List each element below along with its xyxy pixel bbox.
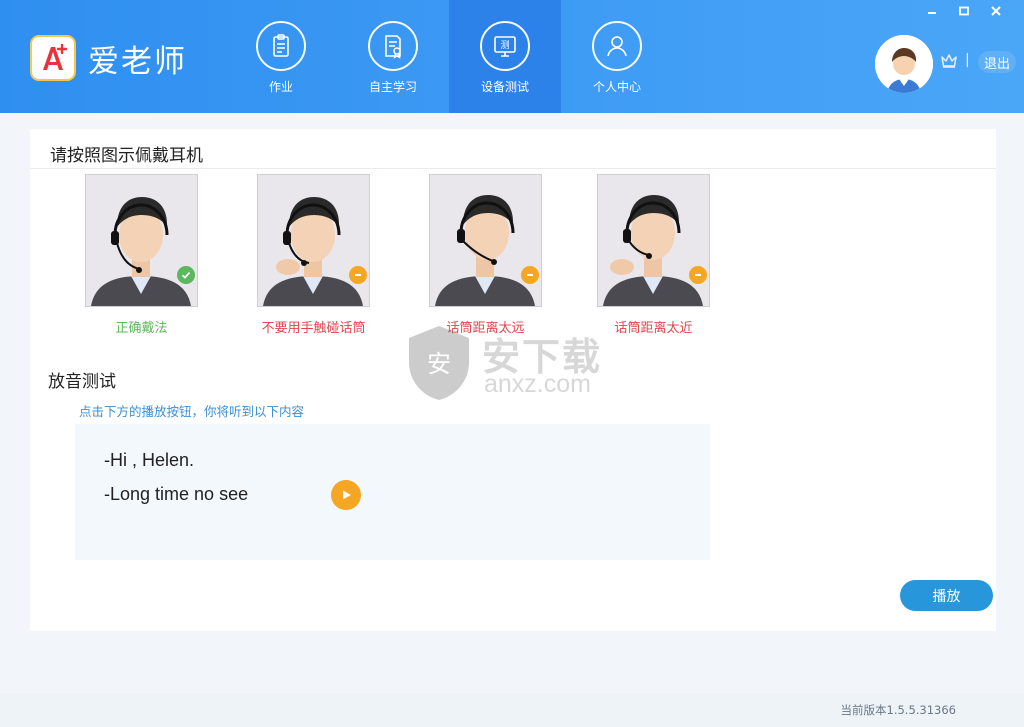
dialog-box: -Hi , Helen. -Long time no see	[75, 424, 710, 560]
status-bar: 当前版本1.5.5.31366	[0, 693, 1024, 727]
warning-badge-icon	[349, 266, 367, 284]
separator: |	[965, 52, 970, 68]
svg-text:测: 测	[500, 40, 509, 51]
headset-section-title: 请按照图示佩戴耳机	[50, 146, 203, 166]
minimize-button[interactable]	[918, 2, 946, 20]
monitor-test-icon: 测	[480, 21, 530, 71]
headset-photo	[429, 174, 542, 307]
watermark-url: anxz.com	[484, 370, 591, 398]
app-logo	[30, 35, 76, 81]
certificate-icon	[368, 21, 418, 71]
dialog-line: -Hi , Helen.	[104, 450, 195, 470]
dialog-line: -Long time no see	[104, 484, 249, 504]
playback-section-title: 放音测试	[48, 372, 116, 392]
logo-icon	[43, 43, 68, 70]
nav-label: 自主学习	[368, 80, 417, 94]
headset-example-mic-too-far: 话筒距离太远	[429, 174, 542, 336]
warning-badge-icon	[521, 266, 539, 284]
person-headset-image	[430, 175, 541, 306]
main-nav: 作业 自主学习 测 设备测试 个人中心	[225, 0, 673, 113]
user-icon	[592, 21, 642, 71]
warning-badge-icon	[689, 266, 707, 284]
clipboard-icon	[256, 21, 306, 71]
close-icon	[991, 6, 1001, 16]
nav-device-test[interactable]: 测 设备测试	[449, 0, 561, 113]
headset-example-correct: 正确戴法	[85, 174, 198, 336]
crown-icon	[941, 54, 957, 68]
app-name: 爱老师	[88, 44, 187, 80]
nav-label: 作业	[268, 80, 293, 94]
headset-photo	[597, 174, 710, 307]
play-button[interactable]: 播放	[900, 580, 993, 611]
close-button[interactable]	[982, 2, 1010, 20]
maximize-button[interactable]	[950, 2, 978, 20]
logout-button[interactable]: 退出	[978, 51, 1016, 73]
avatar-icon	[875, 35, 933, 93]
window-controls	[918, 2, 1010, 20]
nav-self-study[interactable]: 自主学习	[337, 0, 449, 113]
maximize-icon	[959, 6, 969, 16]
play-icon[interactable]	[331, 480, 361, 510]
minimize-icon	[928, 12, 936, 14]
headset-photo	[257, 174, 370, 307]
check-badge-icon	[177, 266, 195, 284]
nav-label: 个人中心	[592, 80, 641, 94]
svg-text:安: 安	[427, 350, 451, 378]
headset-example-mic-too-close: 话筒距离太近	[597, 174, 710, 336]
nav-personal-center[interactable]: 个人中心	[561, 0, 673, 113]
nav-label: 设备测试	[480, 80, 529, 94]
version-label: 当前版本1.5.5.31366	[840, 703, 957, 717]
app-header: 爱老师 作业 自主学习 测 设备测试 个人中心 | 退出	[0, 0, 1024, 113]
avatar[interactable]	[875, 35, 933, 93]
watermark: 安 安下载 anxz.com	[404, 322, 624, 404]
person-headset-image	[258, 175, 369, 306]
person-headset-image	[86, 175, 197, 306]
person-headset-image	[598, 175, 709, 306]
headset-example-hand-on-mic: 不要用手触碰话筒	[257, 174, 370, 336]
divider	[30, 168, 996, 169]
nav-homework[interactable]: 作业	[225, 0, 337, 113]
shield-icon: 安	[409, 326, 469, 400]
headset-photo	[85, 174, 198, 307]
example-caption: 不要用手触碰话筒	[261, 321, 366, 336]
playback-hint: 点击下方的播放按钮，你将听到以下内容	[79, 404, 305, 419]
example-caption: 正确戴法	[115, 321, 168, 336]
